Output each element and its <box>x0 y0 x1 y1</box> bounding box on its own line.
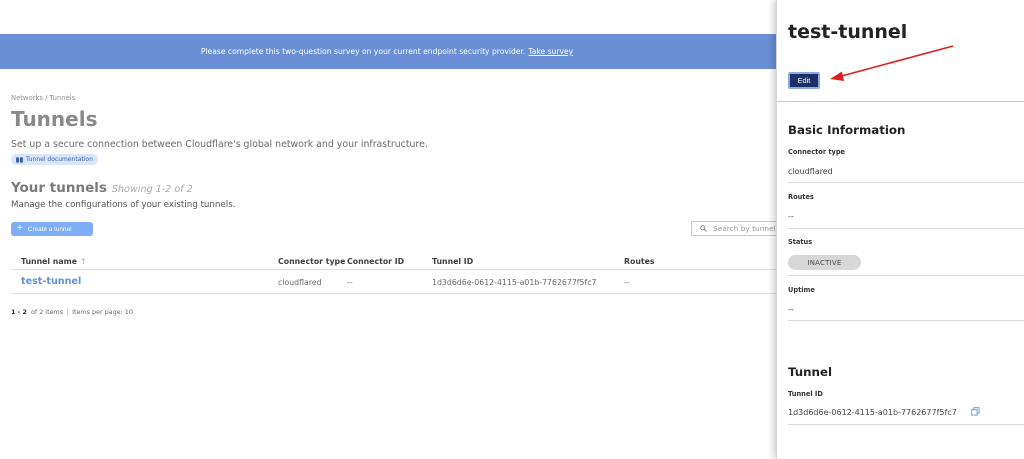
connector-type-label: Connector type <box>788 148 846 156</box>
create-tunnel-label: Create a tunnel <box>27 225 72 233</box>
header-tunnel-id[interactable]: Tunnel ID <box>432 257 473 266</box>
tunnel-id-value: 1d3d6d6e-0612-4115-a01b-7762677f5fc7 <box>788 408 957 417</box>
table-header: Tunnel name ↑ Connector type Connector ID… <box>11 252 791 270</box>
copy-icon[interactable] <box>971 407 980 416</box>
create-tunnel-button[interactable]: + Create a tunnel <box>11 222 93 236</box>
showing-count: Showing 1-2 of 2 <box>111 184 193 195</box>
panel-divider <box>777 101 1024 102</box>
field-divider <box>788 182 1024 183</box>
pagination: 1 - 2 of 2 items Items per page: 10 <box>11 308 133 316</box>
banner-message: Please complete this two-question survey… <box>200 47 526 56</box>
table-row[interactable]: test-tunnel cloudflared -- 1d3d6d6e-0612… <box>11 270 791 294</box>
header-connector-id[interactable]: Connector ID <box>347 257 404 266</box>
header-routes[interactable]: Routes <box>624 257 655 266</box>
search-placeholder: Search by tunnel <box>713 224 776 233</box>
header-tunnel-name[interactable]: Tunnel name ↑ <box>21 257 87 266</box>
status-label: Status <box>788 238 813 246</box>
page-subtitle: Set up a secure connection between Cloud… <box>11 139 428 150</box>
tunnel-heading: Tunnel <box>788 365 832 379</box>
row-connector-type: cloudflared <box>278 278 322 287</box>
field-divider <box>788 424 1024 425</box>
pagination-divider <box>67 308 69 316</box>
field-divider <box>788 228 1024 229</box>
edit-button[interactable]: Edit <box>788 72 820 89</box>
your-tunnels-subtitle: Manage the configurations of your existi… <box>11 200 236 210</box>
header-connector-type[interactable]: Connector type <box>278 257 345 266</box>
routes-value: -- <box>788 212 794 221</box>
field-divider <box>788 275 1024 276</box>
tunnel-details-panel: test-tunnel Edit Basic Information Conne… <box>776 0 1024 459</box>
take-survey-link[interactable]: Take survey <box>528 47 573 56</box>
tunnels-table: Tunnel name ↑ Connector type Connector ID… <box>11 252 791 294</box>
row-routes: -- <box>624 278 630 287</box>
connector-type-value: cloudflared <box>788 167 833 176</box>
row-connector-id: -- <box>347 278 353 287</box>
tunnel-id-label: Tunnel ID <box>788 390 823 398</box>
pagination-range: 1 - 2 <box>11 308 27 316</box>
tunnel-documentation-link[interactable]: Tunnel documentation <box>11 154 98 165</box>
sort-arrow-icon: ↑ <box>80 257 87 266</box>
plus-icon: + <box>17 223 23 234</box>
panel-title: test-tunnel <box>788 21 908 43</box>
status-badge: INACTIVE <box>788 255 861 270</box>
basic-information-heading: Basic Information <box>788 123 906 137</box>
search-icon <box>700 225 707 232</box>
page-title: Tunnels <box>11 107 98 131</box>
uptime-value: -- <box>788 305 794 314</box>
items-per-page-select[interactable]: Items per page: 10 <box>72 308 133 316</box>
row-tunnel-id: 1d3d6d6e-0612-4115-a01b-7762677f5fc7 <box>432 278 597 287</box>
pagination-total: of 2 items <box>31 308 64 316</box>
uptime-label: Uptime <box>788 286 815 294</box>
book-icon <box>16 156 23 163</box>
breadcrumb[interactable]: Networks / Tunnels <box>11 94 75 102</box>
doc-link-label: Tunnel documentation <box>26 156 93 163</box>
routes-label: Routes <box>788 193 814 201</box>
your-tunnels-title: Your tunnels <box>11 180 107 196</box>
row-tunnel-name-link[interactable]: test-tunnel <box>21 276 81 287</box>
field-divider <box>788 320 1024 321</box>
your-tunnels-heading: Your tunnels Showing 1-2 of 2 <box>11 180 193 196</box>
